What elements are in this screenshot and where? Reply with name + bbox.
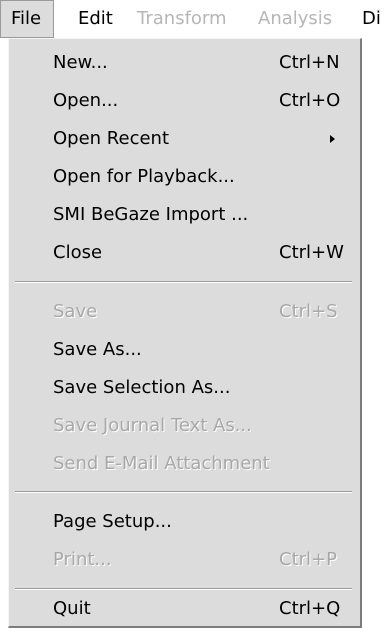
menu-item-label: Print...: [53, 549, 112, 570]
menu-item-quit[interactable]: Quit Ctrl+Q: [9, 590, 360, 628]
menu-edit[interactable]: Edit: [78, 0, 113, 38]
menu-item-label: Open for Playback...: [53, 166, 235, 187]
menu-transform[interactable]: Transform: [137, 0, 227, 38]
menu-item-open-recent[interactable]: Open Recent: [9, 120, 360, 158]
menu-item-label: SMI BeGaze Import ...: [53, 204, 249, 225]
menu-item-close[interactable]: Close Ctrl+W: [9, 234, 360, 272]
menu-item-send-email-attachment[interactable]: Send E-Mail Attachment: [9, 445, 360, 483]
menu-separator: [15, 491, 352, 493]
menu-item-label: Open Recent: [53, 128, 170, 149]
menu-item-save-selection-as[interactable]: Save Selection As...: [9, 369, 360, 407]
menu-separator: [15, 281, 352, 283]
menu-item-print[interactable]: Print... Ctrl+P: [9, 541, 360, 579]
menu-item-label: Save: [53, 301, 98, 322]
menu-item-shortcut: Ctrl+P: [279, 549, 337, 570]
menu-item-label: Save Selection As...: [53, 377, 231, 398]
menu-file[interactable]: File: [0, 0, 55, 38]
menu-item-open-for-playback[interactable]: Open for Playback...: [9, 158, 360, 196]
application-window: File Edit Transform Analysis Di New... C…: [0, 0, 384, 628]
menu-item-shortcut: Ctrl+Q: [279, 598, 341, 619]
menu-item-open[interactable]: Open... Ctrl+O: [9, 82, 360, 120]
menu-item-label: Send E-Mail Attachment: [53, 453, 270, 474]
menu-item-label: New...: [53, 52, 108, 73]
menu-item-label: Close: [53, 242, 103, 263]
menu-item-save-journal-text-as[interactable]: Save Journal Text As...: [9, 407, 360, 445]
menu-item-page-setup[interactable]: Page Setup...: [9, 503, 360, 541]
menu-item-label: Quit: [53, 598, 91, 619]
menu-bar: File Edit Transform Analysis Di: [0, 0, 384, 38]
menu-item-save[interactable]: Save Ctrl+S: [9, 293, 360, 331]
menu-analysis[interactable]: Analysis: [258, 0, 332, 38]
menu-item-shortcut: Ctrl+N: [279, 52, 340, 73]
menu-item-label: Save Journal Text As...: [53, 415, 252, 436]
menu-item-shortcut: Ctrl+S: [279, 301, 338, 322]
menu-item-label: Save As...: [53, 339, 142, 360]
menu-item-label: Page Setup...: [53, 511, 172, 532]
menu-item-shortcut: Ctrl+W: [279, 242, 344, 263]
menu-item-new[interactable]: New... Ctrl+N: [9, 44, 360, 82]
menu-item-smi-begaze-import[interactable]: SMI BeGaze Import ...: [9, 196, 360, 234]
menu-item-save-as[interactable]: Save As...: [9, 331, 360, 369]
menu-item-shortcut: Ctrl+O: [279, 90, 341, 111]
menu-item-label: Open...: [53, 90, 119, 111]
file-menu-dropdown: New... Ctrl+N Open... Ctrl+O Open Recent…: [8, 38, 362, 628]
menu-di[interactable]: Di: [362, 0, 381, 38]
submenu-arrow-icon: [330, 135, 335, 143]
